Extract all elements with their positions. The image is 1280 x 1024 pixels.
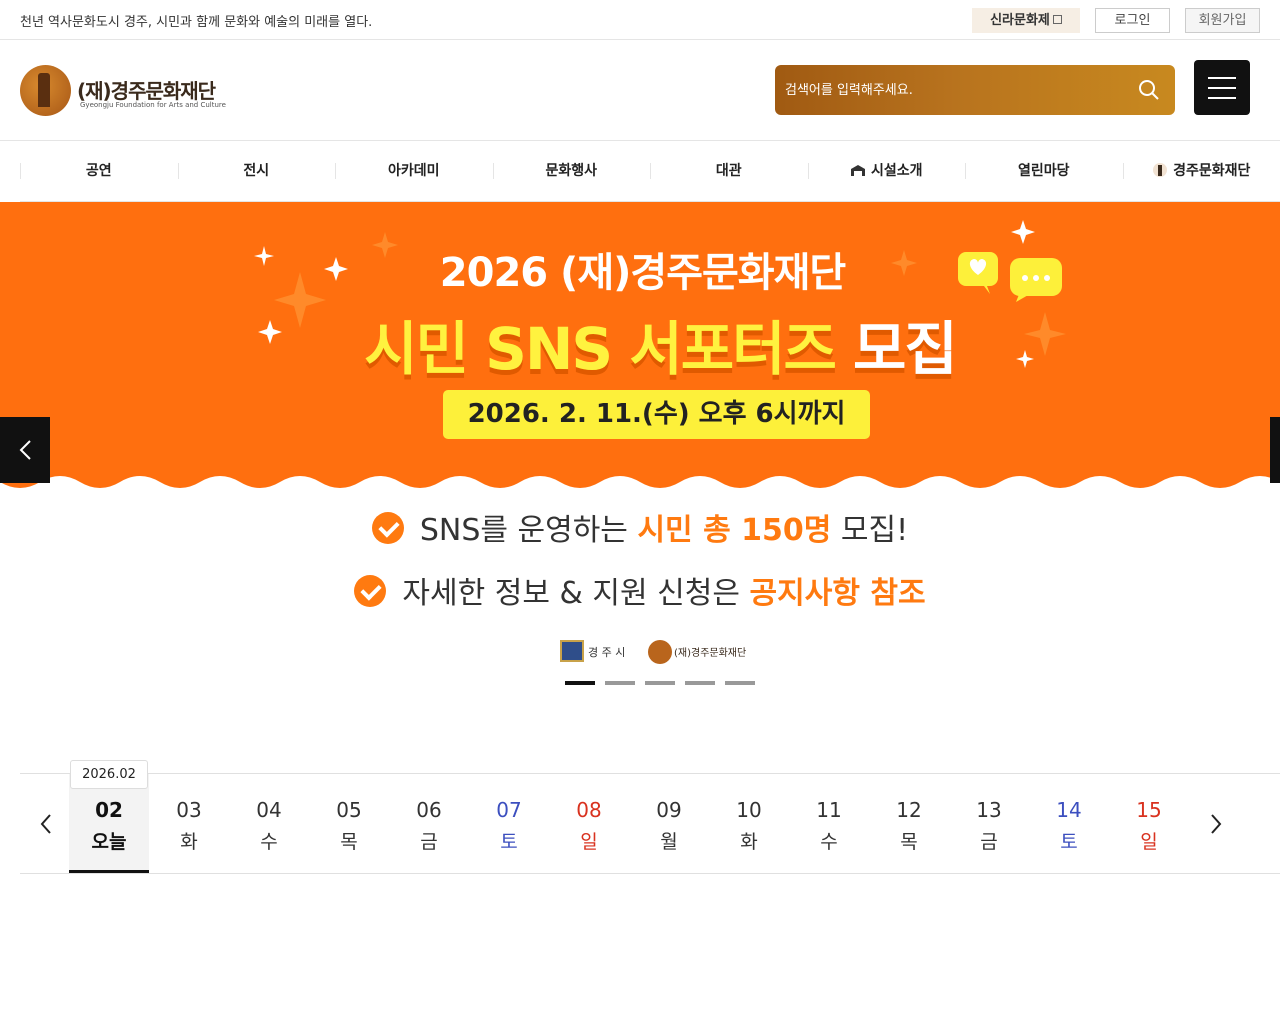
search-input[interactable] (785, 77, 1125, 103)
nav-item-rental[interactable]: 대관 (650, 141, 808, 201)
foundation-emblem-icon (20, 65, 71, 116)
foundation-tower-icon (1153, 163, 1168, 177)
calendar-day[interactable]: 11 수 (789, 774, 869, 873)
nav-item-cultural-events[interactable]: 문화행사 (492, 141, 651, 201)
banner-prev-button[interactable] (0, 417, 50, 483)
chevron-left-icon (19, 440, 31, 460)
check-circle-icon (371, 512, 404, 544)
chevron-right-icon (1211, 814, 1222, 834)
building-icon (850, 165, 865, 176)
external-link-icon (1052, 15, 1062, 24)
site-slogan: 천년 역사문화도시 경주, 시민과 함께 문화와 예술의 미래를 열다. (20, 15, 373, 30)
join-button[interactable]: 회원가입 (1185, 8, 1260, 33)
logo-text: (재)경주문화재단 (77, 79, 216, 103)
calendar-day[interactable]: 05 목 (309, 774, 389, 873)
banner-year-line: 2026 (재)경주문화재단 (439, 250, 846, 296)
slide-dot-2[interactable] (605, 681, 635, 685)
foundation-logo-small: (재)경주문화재단 (648, 640, 758, 664)
banner-bullet-2: 자세한 정보 & 지원 신청은 공지사항 참조 (0, 568, 1280, 612)
search-box (775, 65, 1175, 115)
silla-festival-label: 신라문화제 (990, 13, 1050, 28)
banner-headline: 시민 SNS 서포터즈 모집 (0, 302, 1280, 386)
city-emblem-icon (560, 640, 584, 662)
slide-dot-5[interactable] (725, 681, 755, 685)
sponsor-logos: 경 주 시 (재)경주문화재단 (560, 638, 760, 666)
calendar-day-saturday[interactable]: 07 토 (469, 774, 549, 873)
gyeongju-city-logo: 경 주 시 (560, 640, 640, 664)
foundation-emblem-icon (648, 640, 672, 664)
nav-item-open-forum[interactable]: 열린마당 (965, 141, 1123, 201)
top-utility-bar: 천년 역사문화도시 경주, 시민과 함께 문화와 예술의 미래를 열다. 신라문… (0, 0, 1280, 40)
nav-item-foundation[interactable]: 경주문화재단 (1122, 141, 1280, 201)
banner-next-button[interactable] (1270, 417, 1280, 483)
calendar-day-sunday[interactable]: 15 일 (1109, 774, 1189, 873)
search-icon[interactable] (1137, 78, 1161, 102)
calendar-day-saturday[interactable]: 14 토 (1029, 774, 1109, 873)
site-logo[interactable]: (재)경주문화재단 Gyeongju Foundation for Arts a… (20, 65, 250, 117)
chevron-left-icon (40, 814, 51, 834)
calendar-day[interactable]: 13 금 (949, 774, 1029, 873)
calendar-day[interactable]: 12 목 (869, 774, 949, 873)
slide-pagination (565, 681, 755, 687)
banner-headline-main: 시민 SNS 서포터즈 (364, 315, 837, 383)
main-banner-slide[interactable]: 2026 (재)경주문화재단 시민 SNS 서포터즈 모집 2026. 2. 1… (0, 202, 1280, 492)
calendar-day[interactable]: 09 월 (629, 774, 709, 873)
hamburger-menu-button[interactable] (1194, 60, 1250, 115)
calendar-day[interactable]: 06 금 (389, 774, 469, 873)
logo-subtitle: Gyeongju Foundation for Arts and Culture (80, 101, 226, 109)
site-header: (재)경주문화재단 Gyeongju Foundation for Arts a… (0, 40, 1280, 141)
slide-dot-1[interactable] (565, 681, 595, 685)
slide-dot-4[interactable] (685, 681, 715, 685)
calendar-day-sunday[interactable]: 08 일 (549, 774, 629, 873)
slide-dot-3[interactable] (645, 681, 675, 685)
banner-deadline: 2026. 2. 11.(수) 오후 6시까지 (443, 390, 870, 439)
main-navigation: 공연 전시 아카데미 문화행사 대관 시설소개 열린마당 경주문화재단 (20, 141, 1280, 202)
calendar-month-label: 2026.02 (70, 760, 148, 789)
calendar-day[interactable]: 03 화 (149, 774, 229, 873)
nav-item-exhibition[interactable]: 전시 (177, 141, 336, 201)
silla-festival-link[interactable]: 신라문화제 (972, 8, 1080, 33)
banner-headline-sub: 모집 (853, 315, 958, 383)
nav-item-performance[interactable]: 공연 (20, 141, 178, 201)
calendar-day[interactable]: 04 수 (229, 774, 309, 873)
nav-item-academy[interactable]: 아카데미 (335, 141, 493, 201)
calendar-prev-button[interactable] (36, 812, 56, 836)
nav-item-facilities[interactable]: 시설소개 (807, 141, 966, 201)
login-button[interactable]: 로그인 (1095, 8, 1170, 33)
calendar-day[interactable]: 10 화 (709, 774, 789, 873)
calendar-next-button[interactable] (1206, 812, 1226, 836)
banner-bullet-1: SNS를 운영하는 시민 총 150명 모집! (0, 505, 1280, 549)
check-circle-icon (354, 575, 387, 607)
